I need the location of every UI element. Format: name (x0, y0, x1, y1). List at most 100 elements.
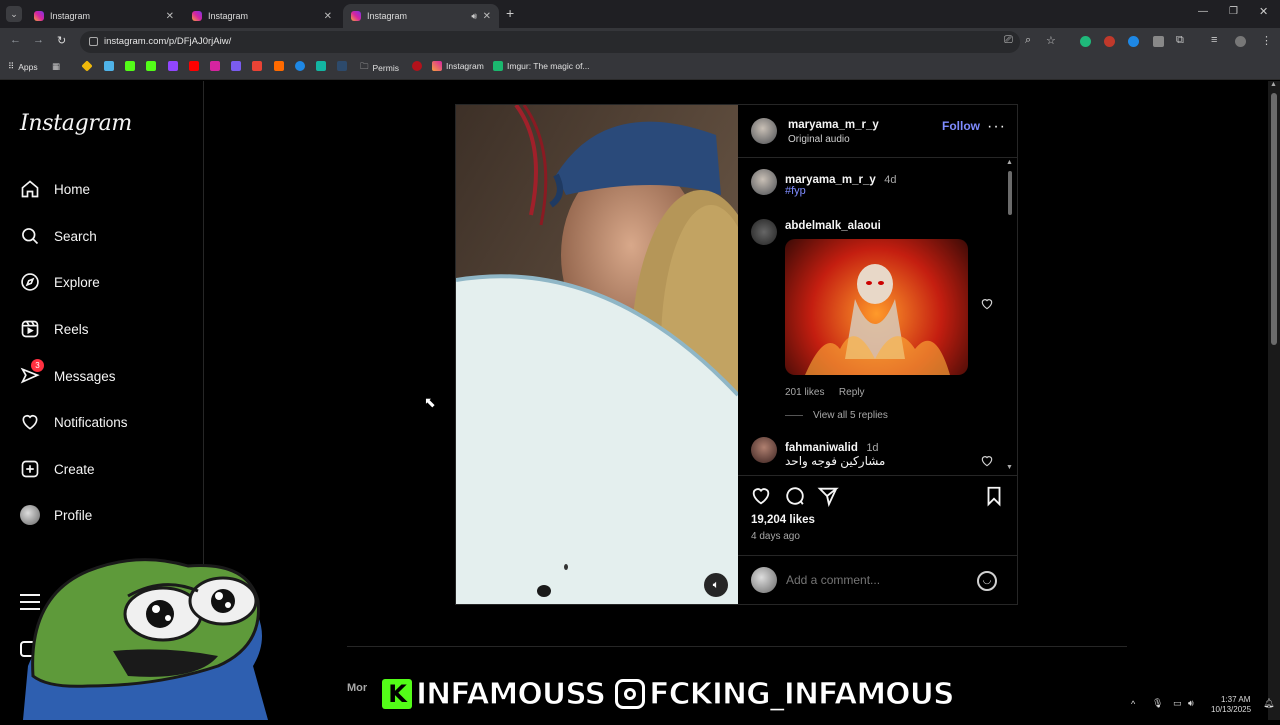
more-options-icon[interactable]: ··· (987, 118, 1006, 136)
close-tab-icon[interactable]: ✕ (324, 11, 332, 22)
bookmark-kick-1[interactable] (125, 61, 139, 71)
bookmark-star-icon[interactable]: ☆ (1046, 34, 1056, 47)
comment-reply-button[interactable]: Reply (839, 387, 865, 398)
reading-list-icon[interactable]: ≡ (1211, 34, 1217, 46)
back-icon[interactable]: ← (10, 34, 21, 46)
nav-messages[interactable]: 3 Messages (20, 359, 116, 386)
extensions-puzzle-icon[interactable]: ⧉ (1176, 34, 1184, 47)
post-time[interactable]: 4 days ago (751, 531, 800, 542)
bookmark-dark[interactable] (337, 61, 351, 71)
comment-username[interactable]: abdelmalk_alaoui (785, 220, 881, 232)
close-tab-icon[interactable]: ✕ (483, 11, 491, 22)
page-scroll-thumb[interactable] (1271, 93, 1277, 345)
caption-avatar[interactable] (751, 169, 777, 195)
likes-count[interactable]: 19,204 likes (751, 514, 815, 526)
follow-button[interactable]: Follow (942, 119, 980, 133)
comment-avatar[interactable] (751, 219, 777, 245)
bookmark-red[interactable] (412, 61, 426, 71)
bookmark-kucoin[interactable] (104, 61, 118, 71)
bookmark-circle[interactable] (295, 61, 309, 71)
extension-red-icon[interactable] (1104, 36, 1115, 47)
reel-video[interactable]: 🔈︎ (456, 105, 738, 604)
zoom-icon[interactable]: ⌕ (1025, 34, 1031, 47)
bookmark-apps[interactable]: ⠿ Apps (8, 61, 38, 72)
reload-icon[interactable]: ↻ (57, 34, 66, 47)
nav-home[interactable]: Home (20, 179, 90, 199)
comment-username[interactable]: fahmaniwalid (785, 442, 858, 454)
extension-green-icon[interactable] (1080, 36, 1091, 47)
scroll-down-arrow[interactable]: ▼ (1006, 464, 1013, 471)
browser-tab-2[interactable]: Instagram ✕ (184, 4, 340, 28)
menu-kebab-icon[interactable]: ⋮ (1261, 34, 1272, 47)
nav-create[interactable]: Create (20, 459, 95, 479)
bookmark-grid-icon[interactable]: ▦ (52, 61, 60, 72)
caption-hashtag[interactable]: #fyp (785, 185, 806, 197)
bookmark-app[interactable] (231, 61, 245, 71)
instagram-logo[interactable]: Instagram (20, 111, 132, 136)
clock-time[interactable]: 1:37 AM (1221, 695, 1250, 704)
profile-avatar[interactable] (1235, 36, 1246, 47)
nav-explore[interactable]: Explore (20, 272, 100, 292)
bookmark-arrow[interactable] (274, 61, 288, 71)
comment-gif-image[interactable] (785, 239, 968, 375)
bookmark-youtube[interactable] (189, 61, 203, 71)
like-heart-icon[interactable] (750, 485, 772, 507)
page-scroll-up[interactable]: ▲ (1270, 81, 1277, 88)
notification-center-icon[interactable]: 🔔︎ (1263, 698, 1274, 709)
restore-button[interactable]: ❐ (1229, 6, 1238, 17)
extension-gray-icon[interactable] (1153, 36, 1164, 47)
comment-bubble-icon[interactable] (784, 485, 806, 507)
browser-tab-1[interactable]: Instagram ✕ (26, 4, 182, 28)
like-comment-icon[interactable] (980, 297, 994, 311)
scroll-thumb[interactable] (1008, 171, 1012, 215)
nav-notifications[interactable]: Notifications (20, 412, 128, 432)
extension-blue-icon[interactable] (1128, 36, 1139, 47)
microphone-icon[interactable]: 🎙︎ (1152, 698, 1163, 709)
audio-label[interactable]: Original audio (788, 134, 850, 145)
forward-icon[interactable]: → (33, 34, 44, 46)
share-paper-plane-icon[interactable] (817, 485, 839, 507)
audio-playing-icon[interactable]: 🔊︎ (471, 11, 477, 22)
bookmark-p[interactable] (316, 61, 330, 71)
emoji-picker-icon[interactable]: ◡ (977, 571, 997, 591)
save-bookmark-icon[interactable] (983, 485, 1005, 507)
bookmark-gmail[interactable] (252, 61, 266, 71)
more-posts-label[interactable]: Mor (347, 682, 367, 694)
bookmark-binance[interactable] (81, 60, 96, 72)
bookmark-twitch[interactable] (168, 61, 182, 71)
nav-profile[interactable]: Profile (20, 505, 92, 525)
tray-expand-icon[interactable]: ^ (1131, 699, 1135, 709)
comment-input[interactable] (786, 570, 966, 590)
nav-label: Messages (54, 368, 116, 384)
bookmark-kick-2[interactable] (146, 61, 160, 71)
bookmark-instagram-label[interactable]: Instagram (432, 61, 484, 71)
volume-icon[interactable]: 🔊︎ (1188, 698, 1194, 709)
minimize-button[interactable]: — (1198, 6, 1208, 17)
new-tab-button[interactable]: + (506, 5, 514, 21)
site-info-icon[interactable] (89, 37, 98, 46)
install-app-icon[interactable]: ⎚ (1004, 34, 1013, 47)
clock-date[interactable]: 10/13/2025 (1211, 705, 1251, 714)
bookmark-imgur[interactable]: Imgur: The magic of... (493, 61, 590, 71)
author-username[interactable]: maryama_m_r_y (788, 119, 879, 131)
nav-label: Profile (54, 507, 93, 523)
close-tab-icon[interactable]: ✕ (166, 11, 174, 22)
nav-search[interactable]: Search (20, 226, 97, 246)
bookmark-permis[interactable]: 🗀︎ Permis (360, 61, 399, 75)
browser-tab-3[interactable]: Instagram 🔊︎ ✕ (343, 4, 499, 28)
author-avatar[interactable] (751, 118, 777, 144)
bookmark-instagram[interactable] (210, 61, 224, 71)
comments-scrollbar[interactable]: ▲ ▼ (1006, 159, 1014, 475)
nav-reels[interactable]: Reels (20, 319, 89, 339)
comment-avatar[interactable] (751, 437, 777, 463)
address-bar[interactable]: instagram.com/p/DFjAJ0rjAiw/ (80, 31, 1020, 53)
network-icon[interactable]: ▭ (1173, 698, 1182, 709)
tab-search-dropdown[interactable]: ⌄ (6, 6, 22, 22)
view-replies-button[interactable]: View all 5 replies (813, 410, 888, 421)
scroll-up-arrow[interactable]: ▲ (1006, 159, 1013, 166)
page-scrollbar[interactable]: ▲ (1268, 81, 1280, 720)
like-comment-icon[interactable] (980, 454, 994, 468)
close-window-button[interactable]: ✕ (1259, 5, 1268, 18)
comment-likes[interactable]: 201 likes (785, 387, 824, 398)
mute-toggle-button[interactable]: 🔈︎ (704, 573, 728, 597)
